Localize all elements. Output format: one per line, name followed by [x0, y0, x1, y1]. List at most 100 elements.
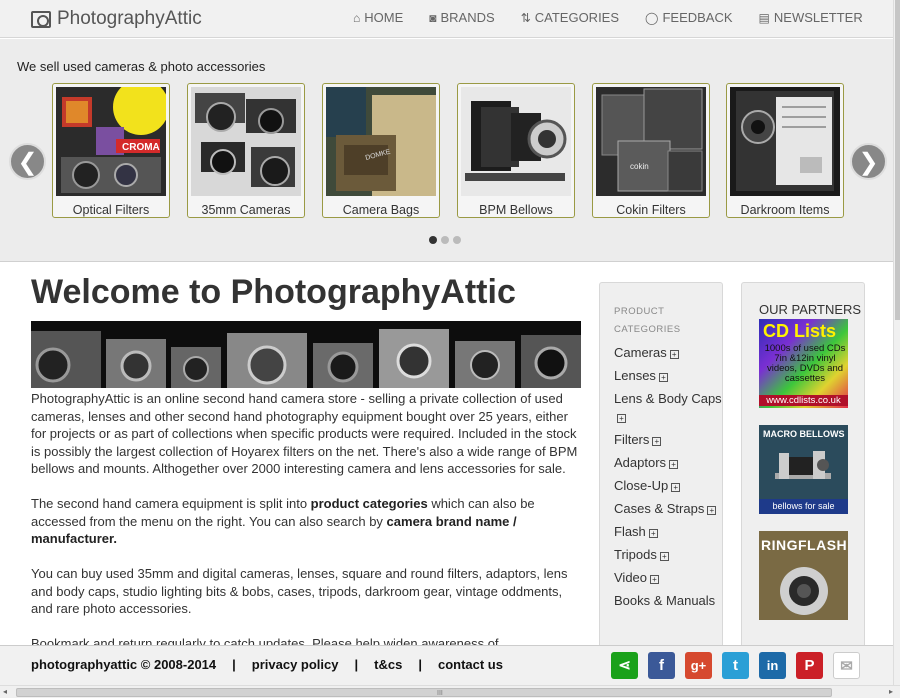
product-categories-link[interactable]: product categories: [311, 496, 428, 511]
paragraph-text: The second hand camera equipment is spli…: [31, 496, 311, 511]
vertical-scrollbar[interactable]: [893, 0, 900, 685]
chevron-left-icon: ❮: [17, 149, 38, 176]
ad-title: MACRO BELLOWS: [763, 429, 845, 439]
expand-icon[interactable]: +: [671, 483, 681, 492]
category-label: Tripods: [614, 547, 657, 562]
copyright-link[interactable]: photographyattic © 2008-2014: [31, 657, 216, 672]
linkedin-icon[interactable]: in: [759, 652, 786, 679]
contact-us-link[interactable]: contact us: [438, 657, 503, 672]
category-label: Filters: [614, 432, 650, 447]
category-cameras[interactable]: Cameras +: [614, 344, 722, 362]
nav-home[interactable]: ⌂ HOME: [353, 10, 403, 25]
category-label: Adaptors: [614, 455, 667, 470]
category-label: Cases & Straps: [614, 501, 705, 516]
category-label: Lens & Body Caps: [614, 391, 722, 406]
ad-title: CD Lists: [763, 321, 837, 341]
category-label: Books & Manuals: [614, 593, 716, 608]
pinterest-icon[interactable]: P: [796, 652, 823, 679]
expand-icon[interactable]: +: [658, 373, 668, 382]
category-label: Video: [614, 570, 648, 585]
twitter-icon[interactable]: t: [722, 652, 749, 679]
category-lenses[interactable]: Lenses +: [614, 367, 722, 385]
expand-icon[interactable]: +: [652, 437, 662, 446]
camera-logo-icon: [31, 10, 51, 28]
carousel-next-button[interactable]: ❯: [850, 143, 887, 180]
expand-icon[interactable]: +: [659, 552, 669, 561]
horizontal-scroll-thumb[interactable]: III: [16, 688, 832, 697]
product-categories-panel: PRODUCT CATEGORIES Cameras + Lenses + Lens…: [599, 282, 723, 652]
expand-icon[interactable]: +: [650, 575, 660, 584]
carousel-tagline: We sell used cameras & photo accessories: [17, 59, 266, 74]
category-adaptors[interactable]: Adaptors +: [614, 454, 722, 472]
nav-newsletter[interactable]: ▤ NEWSLETTER: [759, 10, 863, 25]
share-icon[interactable]: ⋖: [611, 652, 638, 679]
footer-separator: |: [232, 657, 236, 672]
email-icon[interactable]: ✉: [833, 652, 860, 679]
ringflash-ad[interactable]: RINGFLASH: [759, 531, 848, 620]
brand-name: PhotographyAttic: [57, 8, 202, 29]
category-cases-straps[interactable]: Cases & Straps +: [614, 500, 722, 518]
expand-icon[interactable]: +: [648, 529, 658, 538]
carousel-dot-3[interactable]: [453, 236, 461, 244]
horizontal-scrollbar[interactable]: ◂ III ▸: [0, 685, 900, 698]
google-plus-icon[interactable]: g+: [685, 652, 712, 679]
cdlists-ad[interactable]: CD Lists 1000s of used CDs 7in &12in vin…: [759, 319, 848, 408]
category-tripods[interactable]: Tripods +: [614, 546, 722, 564]
page-footer: photographyattic © 2008-2014 | privacy p…: [0, 645, 893, 685]
carousel-prev-button[interactable]: ❮: [9, 143, 46, 180]
nav-brands[interactable]: ◙ BRANDS: [429, 10, 494, 25]
home-icon: ⌂: [353, 10, 361, 25]
sort-icon: ⇅: [520, 10, 531, 25]
bpm-bellows-photo: [461, 87, 571, 196]
nav-feedback[interactable]: ◯ FEEDBACK: [645, 10, 733, 25]
carousel-tile-label: Darkroom Items: [740, 203, 830, 217]
terms-link[interactable]: t&cs: [374, 657, 402, 672]
category-label: Cameras: [614, 345, 667, 360]
carousel-tile-cokin-filters[interactable]: cokin Cokin Filters: [592, 83, 710, 218]
carousel-pager: [429, 236, 465, 244]
carousel-tile-camera-bags[interactable]: DOMKE Camera Bags: [322, 83, 440, 218]
camera-bags-photo: DOMKE: [326, 87, 436, 196]
category-close-up[interactable]: Close-Up +: [614, 477, 722, 495]
expand-icon[interactable]: +: [707, 506, 717, 515]
expand-icon[interactable]: +: [669, 350, 679, 359]
category-lens-body-caps[interactable]: Lens & Body Caps +: [614, 390, 722, 426]
camera-icon: ◙: [429, 10, 437, 25]
products-paragraph: You can buy used 35mm and digital camera…: [31, 566, 568, 616]
carousel-tile-label: Cokin Filters: [616, 203, 686, 217]
nav-categories[interactable]: ⇅ CATEGORIES: [521, 10, 619, 25]
ringflash-photo: [780, 567, 828, 615]
carousel-dot-2[interactable]: [441, 236, 449, 244]
partners-panel: OUR PARTNERS CD Lists 1000s of used CDs …: [741, 282, 865, 652]
privacy-policy-link[interactable]: privacy policy: [252, 657, 339, 672]
main-nav: ⌂ HOME ◙ BRANDS ⇅ CATEGORIES ◯ FEEDBACK …: [353, 10, 889, 25]
categories-paragraph: The second hand camera equipment is spli…: [31, 495, 581, 548]
carousel-tile-optical-filters[interactable]: CROMA Optical Filters: [52, 79, 170, 218]
scroll-left-icon[interactable]: ◂: [3, 687, 7, 696]
category-filters[interactable]: Filters +: [614, 431, 722, 449]
ad-title: RINGFLASH: [761, 537, 848, 553]
share-buttons: ⋖ f g+ t in P ✉: [611, 652, 870, 679]
brand-link[interactable]: PhotographyAttic: [31, 8, 202, 30]
vertical-scroll-thumb[interactable]: [895, 0, 900, 320]
facebook-icon[interactable]: f: [648, 652, 675, 679]
footer-separator: |: [418, 657, 422, 672]
ad-url: www.cdlists.co.uk: [759, 395, 848, 406]
scroll-grip-icon: III: [437, 690, 443, 697]
expand-icon[interactable]: +: [617, 414, 626, 423]
category-flash[interactable]: Flash +: [614, 523, 722, 541]
macro-bellows-ad[interactable]: MACRO BELLOWS bellows for sale: [759, 425, 848, 514]
partners-heading: OUR PARTNERS: [759, 302, 862, 317]
carousel-tile-35mm-cameras[interactable]: 35mm Cameras: [187, 83, 305, 218]
ad-body: 1000s of used CDs 7in &12in vinyl videos…: [764, 343, 846, 384]
intro-text: PhotographyAttic is an online second han…: [31, 390, 581, 688]
category-video[interactable]: Video +: [614, 569, 722, 587]
carousel-tile-bpm-bellows[interactable]: BPM Bellows: [457, 83, 575, 218]
carousel-dot-1[interactable]: [429, 236, 437, 244]
scroll-right-icon[interactable]: ▸: [889, 687, 893, 696]
category-books-manuals[interactable]: Books & Manuals: [614, 592, 722, 610]
carousel-tile-darkroom-items[interactable]: Darkroom Items: [726, 83, 844, 218]
expand-icon[interactable]: +: [669, 460, 679, 469]
category-label: Lenses: [614, 368, 656, 383]
nav-newsletter-label: NEWSLETTER: [773, 10, 863, 25]
